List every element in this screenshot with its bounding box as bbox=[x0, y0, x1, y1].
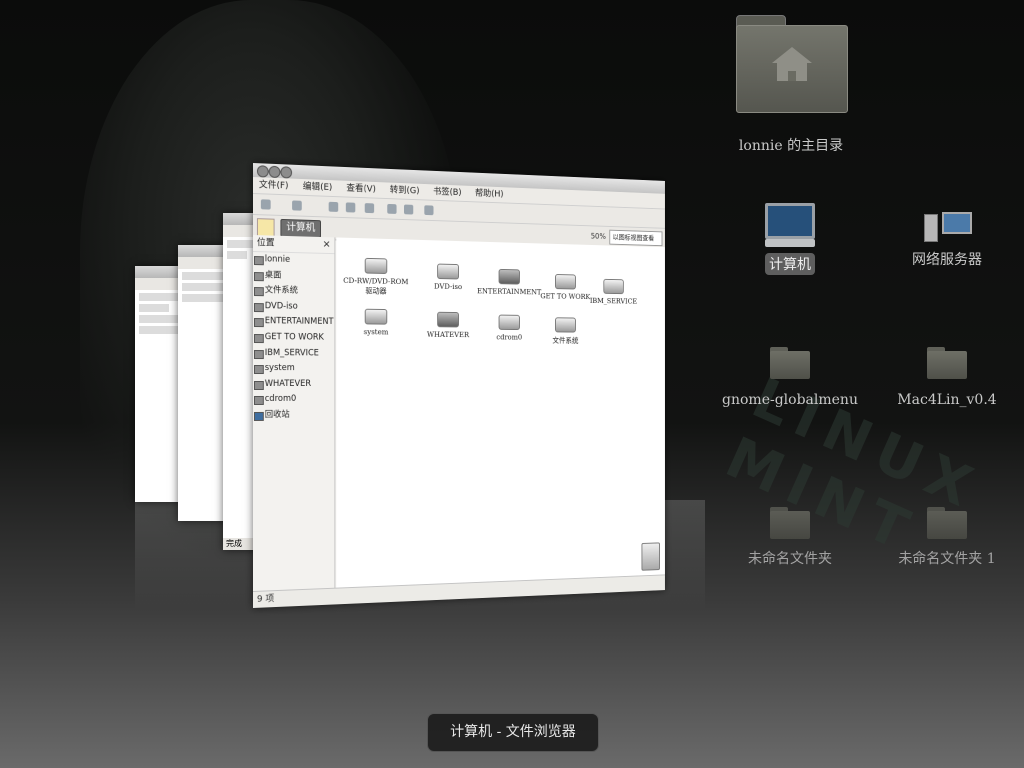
home-icon[interactable] bbox=[387, 203, 397, 214]
desktop-icon-label: 未命名文件夹 1 bbox=[898, 551, 996, 567]
sidebar-item-lonnie[interactable]: lonnie bbox=[253, 252, 334, 269]
home-icon bbox=[772, 47, 812, 81]
network-servers-icon bbox=[924, 210, 972, 242]
drive-icon bbox=[603, 278, 624, 295]
drive-icon bbox=[555, 274, 576, 290]
sidebar-item-system[interactable]: system bbox=[253, 361, 334, 377]
forward-icon[interactable] bbox=[292, 200, 302, 211]
cdrom-icon bbox=[253, 396, 264, 406]
menu-go[interactable]: 转到(G) bbox=[390, 186, 420, 197]
trash-icon bbox=[253, 411, 264, 421]
file-icon-view[interactable]: CD-RW/DVD-ROM 驱动器 DVD-iso ENTERTAINMENT … bbox=[336, 237, 665, 589]
folder-icon bbox=[927, 347, 967, 379]
file-item-filesystem[interactable]: 文件系统 bbox=[534, 317, 596, 346]
computer-icon bbox=[765, 203, 815, 239]
minimize-window-button[interactable] bbox=[268, 165, 281, 179]
desktop-icon-computer[interactable]: 计算机 bbox=[710, 203, 870, 275]
view-mode-select[interactable]: 以图标视图查看 bbox=[609, 229, 663, 247]
zoom-level: 50% bbox=[590, 231, 606, 241]
file-browser-window[interactable]: 文件(F) 编辑(E) 查看(V) 转到(G) 书签(B) 帮助(H) 计算机 … bbox=[253, 163, 665, 608]
cdrom-icon bbox=[498, 314, 520, 331]
file-item-entertainment[interactable]: ENTERTAINMENT bbox=[477, 268, 541, 296]
sidebar-item-filesystem[interactable]: 文件系统 bbox=[253, 283, 334, 300]
menu-file[interactable]: 文件(F) bbox=[259, 180, 289, 191]
computer-icon[interactable] bbox=[403, 204, 414, 215]
desktop-icon-label: Mac4Lin_v0.4 bbox=[897, 392, 997, 408]
places-sidebar: 位置 × lonnie 桌面 文件系统 DVD-iso ENTERTAINMEN… bbox=[253, 235, 336, 592]
sidebar-item-desktop[interactable]: 桌面 bbox=[253, 268, 334, 285]
drive-icon bbox=[253, 349, 264, 359]
file-item-cdrw[interactable]: CD-RW/DVD-ROM 驱动器 bbox=[342, 257, 410, 297]
desktop-icon-label: 计算机 bbox=[765, 253, 815, 275]
folder-icon bbox=[770, 347, 810, 379]
drive-icon bbox=[253, 380, 264, 390]
file-item-whatever[interactable]: WHATEVER bbox=[415, 311, 481, 339]
menu-view[interactable]: 查看(V) bbox=[346, 184, 375, 195]
desktop-icon-mac4lin[interactable]: Mac4Lin_v0.4 bbox=[867, 347, 1024, 409]
file-item-cdrom0[interactable]: cdrom0 bbox=[477, 314, 541, 341]
drive-icon bbox=[253, 318, 264, 328]
menu-bookmarks[interactable]: 书签(B) bbox=[433, 187, 461, 198]
reload-icon[interactable] bbox=[364, 203, 375, 214]
sidebar-item-cdrom0[interactable]: cdrom0 bbox=[253, 392, 334, 408]
maximize-window-button[interactable] bbox=[280, 166, 293, 179]
desktop-icon-label: 网络服务器 bbox=[912, 252, 982, 268]
sidebar-item-get-to-work[interactable]: GET TO WORK bbox=[253, 330, 334, 346]
desktop-icon bbox=[253, 271, 264, 281]
drive-icon bbox=[555, 317, 576, 333]
desktop-icon-label: 未命名文件夹 bbox=[748, 551, 832, 567]
sidebar-item-entertainment[interactable]: ENTERTAINMENT bbox=[253, 314, 334, 330]
sidebar-item-ibm-service[interactable]: IBM_SERVICE bbox=[253, 346, 334, 362]
back-icon[interactable] bbox=[260, 199, 271, 210]
drive-icon bbox=[253, 365, 264, 375]
sidebar-header[interactable]: 位置 × bbox=[253, 235, 335, 255]
window-switcher-caption: 计算机 - 文件浏览器 bbox=[427, 713, 599, 752]
file-item-dvd-iso[interactable]: DVD-iso bbox=[415, 263, 481, 291]
folder-icon bbox=[770, 507, 810, 539]
close-window-button[interactable] bbox=[256, 165, 269, 178]
file-item-system[interactable]: system bbox=[342, 308, 410, 336]
desktop-icon-label: lonnie 的主目录 bbox=[738, 138, 844, 154]
close-icon[interactable]: × bbox=[323, 237, 331, 253]
drive-icon bbox=[253, 333, 264, 344]
file-cabinet-icon bbox=[641, 542, 660, 571]
drive-icon bbox=[253, 302, 264, 312]
drive-icon bbox=[364, 308, 388, 325]
menu-edit[interactable]: 编辑(E) bbox=[303, 182, 332, 193]
desktop-icon-home[interactable]: lonnie 的主目录 bbox=[711, 134, 871, 156]
drive-icon bbox=[437, 263, 460, 280]
desktop-icon-label: gnome-globalmenu bbox=[722, 392, 858, 408]
drive-icon bbox=[498, 268, 520, 285]
drive-icon bbox=[437, 311, 460, 328]
desktop-icon-network[interactable]: 网络服务器 bbox=[867, 210, 1024, 270]
sidebar-item-whatever[interactable]: WHATEVER bbox=[253, 377, 334, 393]
home-folder-icon[interactable] bbox=[736, 15, 848, 113]
sidebar-item-trash[interactable]: 回收站 bbox=[253, 408, 334, 424]
stop-icon[interactable] bbox=[345, 202, 356, 213]
desktop-icon-untitled-folder[interactable]: 未命名文件夹 bbox=[710, 507, 870, 569]
file-item-ibm-service[interactable]: IBM_SERVICE bbox=[583, 278, 644, 306]
desktop-icon-untitled-folder-1[interactable]: 未命名文件夹 1 bbox=[867, 507, 1024, 569]
home-icon bbox=[253, 256, 264, 266]
desktop-icon-gnome-globalmenu[interactable]: gnome-globalmenu bbox=[710, 347, 870, 409]
optical-drive-icon bbox=[364, 257, 388, 275]
folder-icon bbox=[927, 507, 967, 539]
up-icon[interactable] bbox=[328, 201, 339, 212]
search-icon[interactable] bbox=[424, 205, 434, 216]
edit-location-icon[interactable] bbox=[256, 218, 275, 237]
menu-help[interactable]: 帮助(H) bbox=[475, 189, 503, 200]
drive-icon bbox=[253, 287, 264, 297]
sidebar-item-dvd-iso[interactable]: DVD-iso bbox=[253, 299, 334, 316]
